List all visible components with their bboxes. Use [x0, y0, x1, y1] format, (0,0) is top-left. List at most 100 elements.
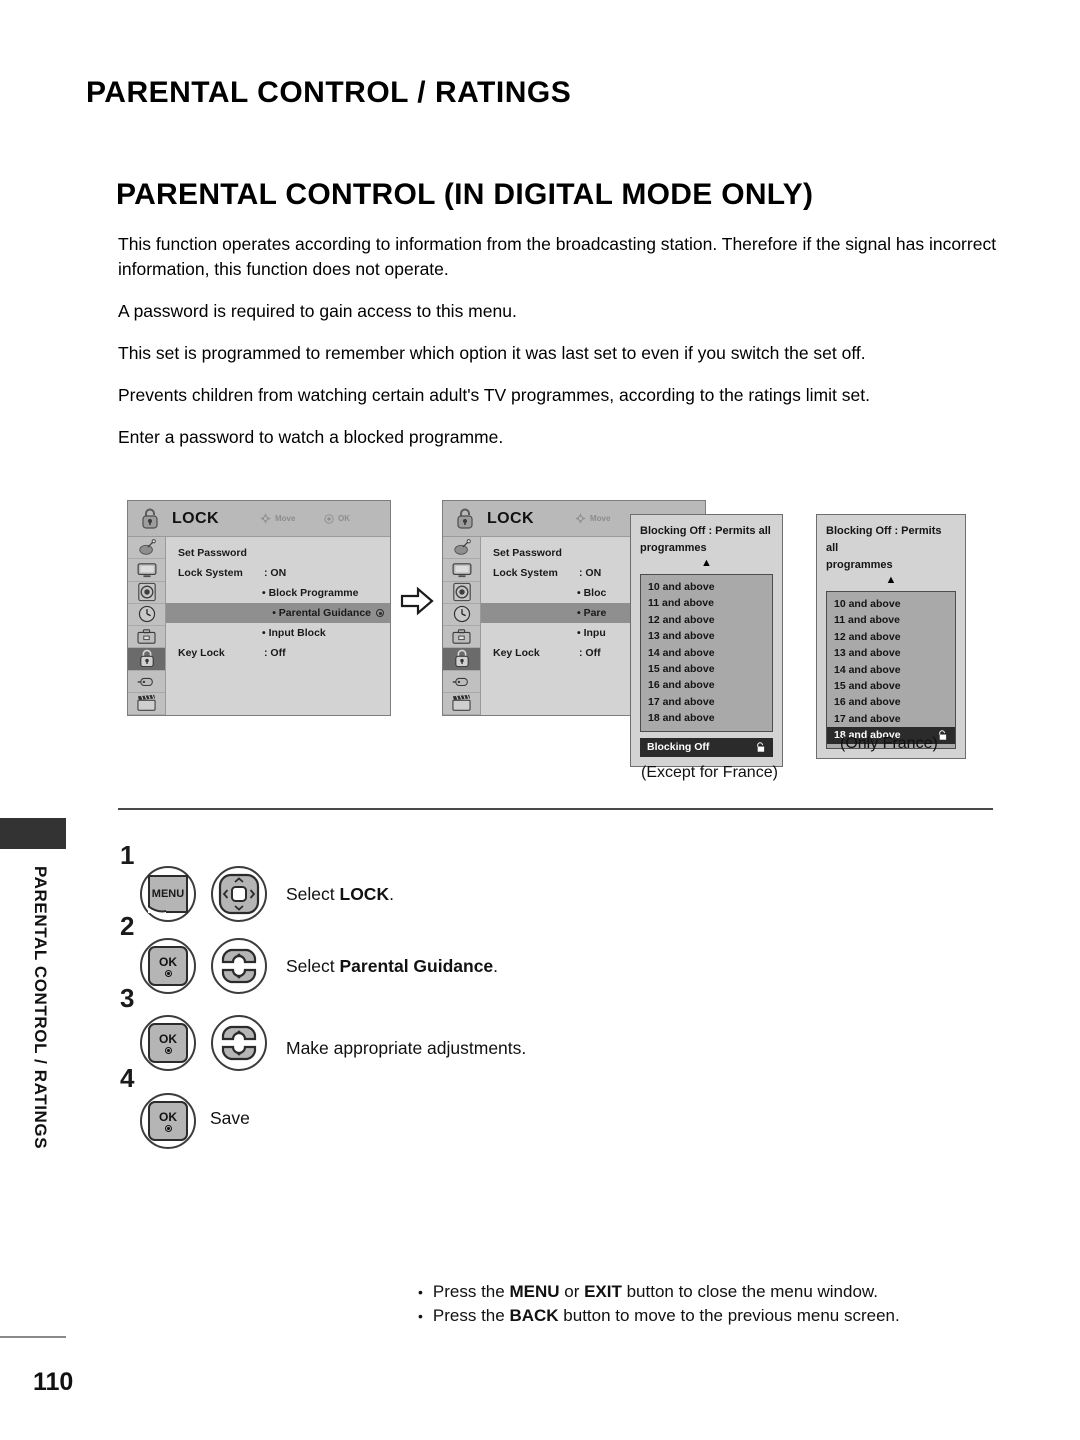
list-item[interactable]: 18 and above: [641, 710, 772, 726]
list-item[interactable]: 11 and above: [641, 595, 772, 611]
list-item[interactable]: 14 and above: [827, 662, 955, 678]
osd-row-block-programme[interactable]: • Block Programme: [166, 583, 390, 603]
step-text-prefix: Make appropriate adjustments.: [286, 1038, 527, 1058]
osd-hint-ok: OK: [324, 513, 350, 524]
ok-button-step2[interactable]: OK: [140, 938, 196, 994]
osd-label: Lock System: [178, 567, 243, 579]
menu-button[interactable]: MENU: [140, 866, 196, 922]
scroll-up-arrow-icon[interactable]: ▲: [826, 575, 956, 586]
picture-tv-icon: [452, 563, 471, 577]
page-title: PARENTAL CONTROL (IN DIGITAL MODE ONLY): [116, 178, 814, 211]
horizontal-divider-top: [118, 808, 993, 810]
list-item[interactable]: 10 and above: [827, 596, 955, 612]
list-item[interactable]: 16 and above: [827, 694, 955, 710]
list-item[interactable]: 13 and above: [641, 628, 772, 644]
option-toolbox-icon: [137, 629, 156, 644]
list-item[interactable]: 11 and above: [827, 612, 955, 628]
time-clock-icon: [138, 606, 155, 623]
section-title: PARENTAL CONTROL / RATINGS: [86, 76, 572, 109]
note-part1: Press the: [432, 1282, 510, 1301]
osd-title: LOCK: [487, 509, 534, 527]
bullet-icon: •: [418, 1284, 423, 1300]
page-corner-icon: [148, 905, 166, 913]
padlock-icon: [449, 507, 481, 531]
osd-row-parental-guidance[interactable]: • Parental Guidance: [166, 603, 390, 623]
picture-tv-icon: [137, 563, 156, 577]
osd-label: Key Lock: [178, 647, 225, 659]
list-item[interactable]: 13 and above: [827, 645, 955, 661]
option-toolbox-icon: [452, 629, 471, 644]
step-text-bold: LOCK: [339, 884, 390, 904]
list-item[interactable]: 14 and above: [641, 645, 772, 661]
note-part3: button to close the menu window.: [621, 1282, 878, 1301]
sidebar-item-time[interactable]: [128, 604, 165, 626]
sidebar-item-option[interactable]: [128, 626, 165, 649]
rating-caption-line1: Blocking Off : Permits all: [826, 525, 942, 554]
sidebar-item-usb-movie[interactable]: [443, 693, 480, 715]
sidebar-item-audio[interactable]: [128, 582, 165, 604]
osd-title: LOCK: [172, 509, 219, 527]
ok-key-face: OK: [148, 1101, 188, 1141]
sidebar-item-setup[interactable]: [443, 537, 480, 560]
navigation-pad-button[interactable]: [211, 866, 267, 922]
panel-caption-only-france: (Only France): [840, 735, 938, 752]
list-item[interactable]: 12 and above: [641, 612, 772, 628]
osd-label: Lock System: [493, 567, 558, 579]
osd-value: • Pare: [577, 607, 607, 619]
sidebar-item-input[interactable]: [128, 671, 165, 693]
note-bold2: EXIT: [584, 1282, 622, 1301]
ok-dot-icon: [164, 1125, 172, 1132]
unlock-icon: [939, 730, 947, 740]
sidebar-item-audio[interactable]: [443, 582, 480, 604]
list-item[interactable]: 16 and above: [641, 677, 772, 693]
selected-radio-icon: [376, 609, 384, 617]
osd-row-input-block[interactable]: • Input Block: [166, 623, 390, 643]
sidebar-item-input[interactable]: [443, 671, 480, 693]
menu-key-label: MENU: [151, 888, 185, 900]
osd-hint-move: Move: [260, 513, 295, 524]
sidebar-item-usb-movie[interactable]: [128, 693, 165, 715]
usb-movie-clapper-icon: [137, 695, 156, 712]
list-item[interactable]: 12 and above: [827, 629, 955, 645]
list-item[interactable]: 15 and above: [827, 678, 955, 694]
note-2: • Press the BACK button to move to the p…: [418, 1306, 900, 1326]
osd-hint-ok-label: OK: [338, 514, 350, 523]
note-part1: Press the: [432, 1306, 510, 1325]
osd-row-key-lock[interactable]: Key Lock : Off: [166, 643, 390, 663]
sidebar-item-picture[interactable]: [443, 559, 480, 582]
sidebar-item-lock[interactable]: [443, 648, 480, 671]
osd-row-lock-system[interactable]: Lock System : ON: [166, 563, 390, 583]
list-item[interactable]: 17 and above: [827, 711, 955, 727]
ok-button-step4[interactable]: OK: [140, 1093, 196, 1149]
osd-value: : Off: [579, 647, 601, 659]
ok-button-step3[interactable]: OK: [140, 1015, 196, 1071]
ok-key-label: OK: [159, 1110, 177, 1124]
rating-panel-only-france: Blocking Off : Permits all programmes ▲ …: [816, 514, 966, 759]
scroll-up-arrow-icon[interactable]: ▲: [640, 558, 773, 569]
list-item[interactable]: 15 and above: [641, 661, 772, 677]
osd-row-set-password[interactable]: Set Password: [166, 543, 390, 563]
step-number-3: 3: [120, 983, 135, 1013]
updown-wheel-icon: [221, 948, 257, 984]
sidebar-item-option[interactable]: [443, 626, 480, 649]
note-1: • Press the MENU or EXIT button to close…: [418, 1282, 878, 1302]
sidebar-item-picture[interactable]: [128, 559, 165, 582]
ok-key-face: OK: [148, 946, 188, 986]
input-plug-icon: [452, 677, 468, 686]
sidebar-item-setup[interactable]: [128, 537, 165, 560]
updown-wheel-button-step3[interactable]: [211, 1015, 267, 1071]
step-text-suffix: .: [389, 884, 394, 904]
ok-key-face: OK: [148, 1023, 188, 1063]
osd-value: : Off: [264, 647, 286, 659]
updown-wheel-button-step2[interactable]: [211, 938, 267, 994]
note-2-text: Press the BACK button to move to the pre…: [433, 1306, 900, 1326]
input-plug-icon: [137, 677, 153, 686]
sidebar-item-time[interactable]: [443, 604, 480, 626]
rating-selected-footer[interactable]: Blocking Off: [640, 737, 773, 757]
rating-caption-line1: Blocking Off : Permits all: [640, 525, 771, 537]
list-item[interactable]: 10 and above: [641, 579, 772, 595]
sidebar-item-lock[interactable]: [128, 648, 165, 671]
rating-caption-line2: programmes: [826, 559, 893, 571]
list-item[interactable]: 17 and above: [641, 694, 772, 710]
rating-option-list: 10 and above 11 and above 12 and above 1…: [640, 574, 773, 732]
